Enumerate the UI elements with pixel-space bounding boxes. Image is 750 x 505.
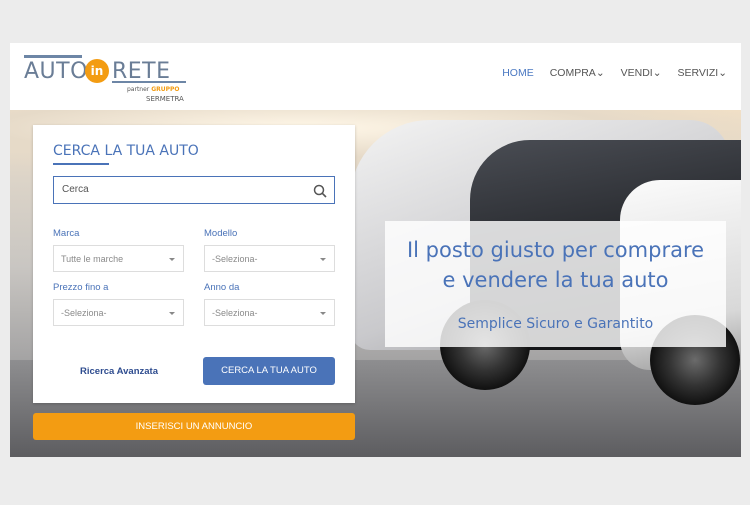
- nav-servizi[interactable]: SERVIZI⌄: [678, 67, 727, 79]
- logo-line: [24, 55, 82, 58]
- promo-box: Il posto giusto per comprare e vendere l…: [385, 221, 726, 347]
- modello-label: Modello: [204, 228, 238, 239]
- chevron-down-icon: [169, 258, 175, 261]
- promo-line2: e vendere la tua auto: [442, 268, 669, 292]
- marca-label: Marca: [53, 228, 80, 239]
- prezzo-label: Prezzo fino a: [53, 282, 109, 293]
- search-card: CERCA LA TUA AUTO Marca Tutte le marche …: [33, 125, 355, 403]
- logo-partner: partner GRUPPO: [127, 86, 180, 93]
- header: AUTO in RETE partner GRUPPO SERMETRA HOM…: [10, 43, 741, 110]
- nav-vendi[interactable]: VENDI⌄: [621, 67, 662, 79]
- promo-tagline: Semplice Sicuro e Garantito: [457, 316, 654, 332]
- logo-underline: [112, 81, 186, 83]
- search-input[interactable]: [60, 183, 304, 196]
- chevron-down-icon: [320, 312, 326, 315]
- prezzo-select[interactable]: -Seleziona-: [53, 299, 184, 326]
- nav-home[interactable]: HOME: [502, 67, 534, 79]
- logo-word-auto: AUTO: [24, 59, 88, 84]
- anno-label: Anno da: [204, 282, 240, 293]
- chevron-down-icon: ⌄: [718, 67, 727, 79]
- search-title: CERCA LA TUA AUTO: [53, 143, 199, 159]
- main-nav: HOME COMPRA⌄ VENDI⌄ SERVIZI⌄: [502, 67, 727, 79]
- logo-company: SERMETRA: [146, 95, 184, 103]
- search-icon[interactable]: [313, 184, 327, 198]
- marca-select[interactable]: Tutte le marche: [53, 245, 184, 272]
- search-box[interactable]: [53, 176, 335, 204]
- anno-select[interactable]: -Seleziona-: [204, 299, 335, 326]
- chevron-down-icon: [320, 258, 326, 261]
- chevron-down-icon: ⌄: [652, 67, 662, 79]
- nav-compra[interactable]: COMPRA⌄: [550, 67, 605, 79]
- chevron-down-icon: ⌄: [595, 67, 605, 79]
- logo[interactable]: AUTO in RETE partner GRUPPO SERMETRA: [24, 55, 194, 105]
- title-underline: [53, 163, 109, 165]
- promo-line1: Il posto giusto per comprare: [406, 238, 705, 262]
- search-button[interactable]: CERCA LA TUA AUTO: [203, 357, 335, 385]
- advanced-search-link[interactable]: Ricerca Avanzata: [80, 366, 158, 377]
- chevron-down-icon: [169, 312, 175, 315]
- modello-select[interactable]: -Seleziona-: [204, 245, 335, 272]
- page: AUTO in RETE partner GRUPPO SERMETRA HOM…: [10, 43, 741, 457]
- logo-in-badge: in: [85, 59, 109, 83]
- insert-ad-button[interactable]: INSERISCI UN ANNUNCIO: [33, 413, 355, 440]
